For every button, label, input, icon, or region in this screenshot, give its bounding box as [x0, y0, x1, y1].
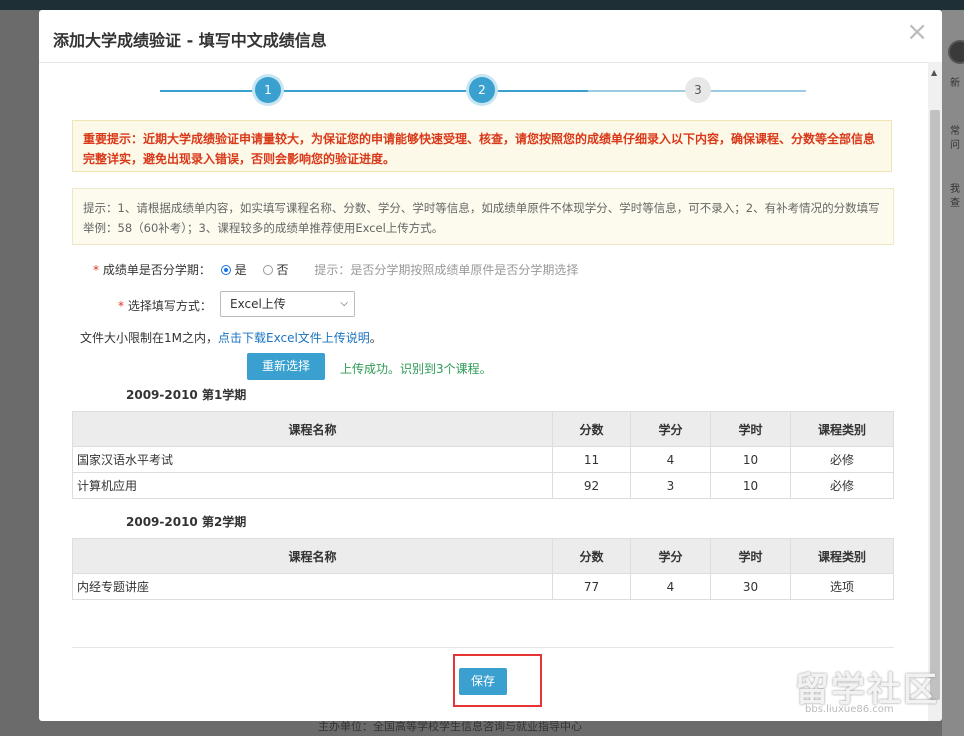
- semester-label: 成绩单是否分学期：: [102, 263, 211, 277]
- semester-hint: 提示：是否分学期按照成绩单原件是否分学期选择: [314, 263, 579, 277]
- step-1: 1: [255, 77, 281, 103]
- mode-label: 选择填写方式：: [127, 299, 212, 313]
- modal-title: 添加大学成绩验证 - 填写中文成绩信息: [53, 31, 327, 50]
- scroll-thumb[interactable]: [930, 110, 940, 700]
- course-name-cell: 内经专题讲座: [72, 573, 553, 600]
- file-limit-row: 文件大小限制在1M之内，点击下载Excel文件上传说明。: [80, 331, 382, 345]
- table-row: 内经专题讲座 77 4 30 选项: [72, 573, 894, 600]
- progress-steps: 1 2 3: [39, 62, 928, 122]
- category-cell: 必修: [790, 472, 894, 499]
- reselect-file-button[interactable]: 重新选择: [247, 353, 325, 380]
- hours-cell: 10: [710, 446, 791, 473]
- watermark: 留学社区 bbs.liuxue86.com: [795, 662, 939, 715]
- add-grade-verification-modal: 添加大学成绩验证 - 填写中文成绩信息 × ▲ 1 2 3 重要提示：近期大学成…: [39, 10, 942, 721]
- modal-scrollbar[interactable]: ▲: [928, 62, 942, 721]
- hours-cell: 10: [710, 472, 791, 499]
- step-line-done: [160, 90, 588, 92]
- table-row: 计算机应用 92 3 10 必修: [72, 472, 894, 499]
- column-header-hours: 学时: [710, 538, 791, 574]
- upload-status-text: 上传成功。识别到3个课程。: [340, 362, 492, 376]
- background-avatar-icon: [948, 40, 964, 64]
- course-name-cell: 国家汉语水平考试: [72, 446, 553, 473]
- background-side-text: 问: [950, 140, 960, 151]
- category-cell: 必修: [790, 446, 894, 473]
- score-cell: 11: [552, 446, 631, 473]
- save-button[interactable]: 保存: [459, 668, 507, 695]
- credit-cell: 4: [630, 573, 711, 600]
- close-icon[interactable]: ×: [906, 19, 928, 45]
- column-header-credit: 学分: [630, 411, 711, 447]
- course-name-cell: 计算机应用: [72, 472, 553, 499]
- credit-cell: 4: [630, 446, 711, 473]
- table-row: 国家汉语水平考试 11 4 10 必修: [72, 446, 894, 473]
- hours-cell: 30: [710, 573, 791, 600]
- scroll-up-arrow-icon[interactable]: ▲: [931, 68, 937, 77]
- file-limit-text: 文件大小限制在1M之内，: [80, 331, 218, 345]
- semester-yes-radio[interactable]: [220, 265, 231, 275]
- column-header-course: 课程名称: [72, 411, 553, 447]
- input-mode-value: Excel上传: [230, 297, 286, 311]
- modal-header: 添加大学成绩验证 - 填写中文成绩信息 ×: [39, 10, 942, 63]
- grade-table-term-2: 课程名称 分数 学分 学时 课程类别 内经专题讲座 77 4 30 选项: [72, 538, 894, 600]
- footer-divider: [72, 647, 894, 648]
- background-side-text: 常: [950, 126, 960, 137]
- column-header-category: 课程类别: [790, 538, 894, 574]
- step-2: 2: [469, 77, 495, 103]
- semester-no-radio[interactable]: [262, 265, 273, 275]
- background-side-text: 新: [950, 78, 960, 89]
- background-side-text: 我: [950, 184, 960, 195]
- watermark-url: bbs.liuxue86.com: [805, 704, 894, 715]
- table-header-row: 课程名称 分数 学分 学时 课程类别: [72, 411, 894, 447]
- download-excel-instructions-link[interactable]: 点击下载Excel文件上传说明: [218, 331, 370, 345]
- semester-yes-label[interactable]: 是: [235, 263, 247, 277]
- term-title: 2009-2010 第1学期: [126, 388, 247, 402]
- column-header-credit: 学分: [630, 538, 711, 574]
- tip-notice: 提示：1、请根据成绩单内容，如实填写课程名称、分数、学分、学时等信息，如成绩单原…: [72, 188, 894, 245]
- column-header-hours: 学时: [710, 411, 791, 447]
- background-page-right: 新 常 问 我 查: [942, 10, 964, 736]
- column-header-score: 分数: [552, 538, 631, 574]
- score-cell: 77: [552, 573, 631, 600]
- term-title: 2009-2010 第2学期: [126, 515, 247, 529]
- score-cell: 92: [552, 472, 631, 499]
- semester-row: * 成绩单是否分学期： 是 否 提示：是否分学期按照成绩单原件是否分学期选择: [93, 263, 579, 277]
- column-header-score: 分数: [552, 411, 631, 447]
- credit-cell: 3: [630, 472, 711, 499]
- step-3: 3: [685, 77, 711, 103]
- column-header-category: 课程类别: [790, 411, 894, 447]
- top-bar: [0, 0, 964, 10]
- background-side-text: 查: [950, 198, 960, 209]
- input-mode-select[interactable]: Excel上传 ⌵: [220, 291, 355, 317]
- chevron-down-icon: ⌵: [340, 298, 348, 309]
- column-header-course: 课程名称: [72, 538, 553, 574]
- semester-no-label[interactable]: 否: [277, 263, 289, 277]
- category-cell: 选项: [790, 573, 894, 600]
- grade-table-term-1: 课程名称 分数 学分 学时 课程类别 国家汉语水平考试 11 4 10 必修 计…: [72, 411, 894, 499]
- mode-row: * 选择填写方式：: [118, 299, 212, 313]
- table-header-row: 课程名称 分数 学分 学时 课程类别: [72, 538, 894, 574]
- important-notice: 重要提示：近期大学成绩验证申请量较大，为保证您的申请能够快速受理、核查，请您按照…: [72, 120, 892, 172]
